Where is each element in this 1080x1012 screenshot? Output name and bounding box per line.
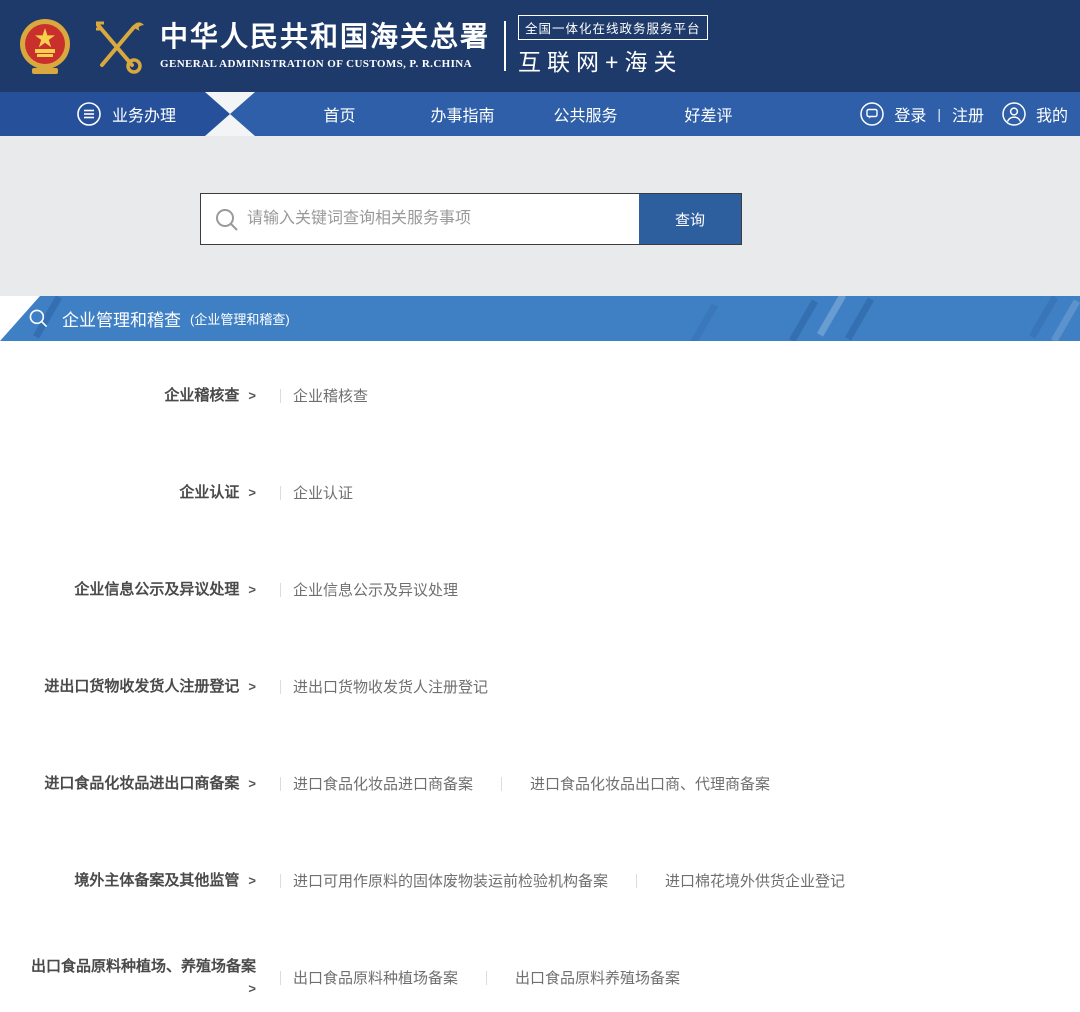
site-title-block: 中华人民共和国海关总署 GENERAL ADMINISTRATION OF CU…	[160, 22, 490, 70]
service-link[interactable]: 进口食品化妆品进口商备案	[293, 773, 473, 794]
site-title-en: GENERAL ADMINISTRATION OF CUSTOMS, P. R.…	[160, 58, 490, 70]
chevron-right-icon: >	[248, 873, 256, 888]
link-divider	[280, 486, 281, 500]
user-avatar-icon[interactable]	[1001, 101, 1027, 127]
account-area: 登录 | 注册 我的	[859, 92, 1080, 136]
banner-title: 企业管理和稽查	[62, 306, 181, 331]
nav-item-1[interactable]: 办事指南	[401, 102, 524, 126]
category-banner: 企业管理和稽查 (企业管理和稽查)	[0, 296, 1080, 341]
hamburger-menu-icon	[76, 101, 102, 127]
category-row: 进出口货物收发货人注册登记 > 进出口货物收发货人注册登记	[0, 638, 1080, 735]
search-button[interactable]: 查询	[639, 194, 741, 244]
nav-item-2[interactable]: 公共服务	[524, 102, 647, 126]
nav-pointer-decoration	[205, 92, 255, 136]
category-label[interactable]: 进口食品化妆品进出口商备案 >	[0, 772, 268, 796]
service-link[interactable]: 进口食品化妆品出口商、代理商备案	[530, 773, 770, 794]
link-divider	[486, 971, 487, 985]
category-label-text: 进出口货物收发货人注册登记	[44, 678, 239, 695]
category-label-text: 企业信息公示及异议处理	[74, 581, 239, 598]
platform-block: 全国一体化在线政务服务平台 互联网+海关	[518, 15, 708, 77]
category-label-text: 出口食品原料种植场、养殖场备案	[31, 958, 256, 975]
banner-search-icon	[28, 308, 49, 329]
chevron-right-icon: >	[248, 582, 256, 597]
search-input[interactable]	[201, 194, 639, 244]
chevron-right-icon: >	[248, 485, 256, 500]
category-label[interactable]: 企业信息公示及异议处理 >	[0, 578, 268, 602]
category-row: 企业信息公示及异议处理 > 企业信息公示及异议处理	[0, 541, 1080, 638]
service-link[interactable]: 进出口货物收发货人注册登记	[293, 676, 488, 697]
category-label[interactable]: 出口食品原料种植场、养殖场备案 >	[0, 955, 268, 1000]
category-links: 企业信息公示及异议处理	[268, 579, 458, 600]
category-label[interactable]: 企业稽核查 >	[0, 384, 268, 408]
service-link[interactable]: 进口可用作原料的固体废物装运前检验机构备案	[293, 870, 608, 891]
customs-key-logo-icon	[88, 15, 146, 77]
category-links: 企业认证	[268, 482, 353, 503]
category-row: 企业稽核查 > 企业稽核查	[0, 347, 1080, 444]
search-box: 查询	[200, 193, 742, 245]
platform-badge: 全国一体化在线政务服务平台	[518, 15, 708, 40]
link-divider	[280, 680, 281, 694]
service-link[interactable]: 企业认证	[293, 482, 353, 503]
category-links: 进出口货物收发货人注册登记	[268, 676, 488, 697]
site-title-cn: 中华人民共和国海关总署	[160, 22, 490, 53]
nav-item-3[interactable]: 好差评	[647, 102, 770, 126]
category-links: 进口食品化妆品进口商备案 进口食品化妆品出口商、代理商备案	[268, 773, 770, 794]
link-divider	[280, 389, 281, 403]
chevron-right-icon: >	[248, 679, 256, 694]
login-link[interactable]: 登录	[894, 102, 926, 126]
service-link[interactable]: 出口食品原料养殖场备案	[515, 967, 680, 988]
nav-items: 首页办事指南公共服务好差评	[278, 92, 770, 136]
link-divider	[501, 777, 502, 791]
category-row: 进口食品化妆品进出口商备案 > 进口食品化妆品进口商备案 进口食品化妆品出口商、代理商…	[0, 735, 1080, 832]
register-link[interactable]: 注册	[952, 102, 984, 126]
category-links: 进口可用作原料的固体废物装运前检验机构备案 进口棉花境外供货企业登记	[268, 870, 845, 891]
category-row: 境外主体备案及其他监管 > 进口可用作原料的固体废物装运前检验机构备案 进口棉花境外供…	[0, 832, 1080, 929]
category-label[interactable]: 境外主体备案及其他监管 >	[0, 869, 268, 893]
category-label-text: 进口食品化妆品进出口商备案	[44, 775, 239, 792]
chevron-right-icon: >	[248, 776, 256, 791]
link-divider	[280, 777, 281, 791]
login-register-separator: |	[937, 106, 941, 122]
service-link[interactable]: 出口食品原料种植场备案	[293, 967, 458, 988]
link-divider	[280, 583, 281, 597]
business-menu-label: 业务办理	[112, 102, 176, 126]
category-label-text: 境外主体备案及其他监管	[74, 872, 239, 889]
service-link[interactable]: 进口棉花境外供货企业登记	[665, 870, 845, 891]
link-divider	[280, 971, 281, 985]
message-bubble-icon[interactable]	[859, 101, 885, 127]
platform-name: 互联网+海关	[518, 43, 708, 77]
service-link[interactable]: 企业稽核查	[293, 385, 368, 406]
category-label-text: 企业认证	[179, 484, 239, 501]
service-link[interactable]: 企业信息公示及异议处理	[293, 579, 458, 600]
link-divider	[636, 874, 637, 888]
category-row: 出口食品原料种植场、养殖场备案 > 出口食品原料种植场备案 出口食品原料养殖场备案	[0, 929, 1080, 1012]
category-label[interactable]: 进出口货物收发货人注册登记 >	[0, 675, 268, 699]
link-divider	[280, 874, 281, 888]
nav-item-0[interactable]: 首页	[278, 102, 401, 126]
national-emblem-icon	[18, 16, 72, 76]
category-label[interactable]: 企业认证 >	[0, 481, 268, 505]
site-header: 中华人民共和国海关总署 GENERAL ADMINISTRATION OF CU…	[0, 0, 1080, 92]
business-menu-button[interactable]: 业务办理	[0, 92, 205, 136]
search-icon	[214, 207, 240, 233]
my-account-link[interactable]: 我的	[1036, 102, 1068, 126]
category-list: 企业稽核查>企业稽核查企业认证>企业认证企业信息公示及异议处理>企业信息公示及异…	[0, 341, 1080, 1012]
main-navbar: 业务办理 首页办事指南公共服务好差评 登录 | 注册 我的	[0, 92, 1080, 136]
category-links: 企业稽核查	[268, 385, 368, 406]
category-row: 企业认证 > 企业认证	[0, 444, 1080, 541]
chevron-right-icon: >	[248, 388, 256, 403]
chevron-right-icon: >	[0, 979, 256, 1000]
category-links: 出口食品原料种植场备案 出口食品原料养殖场备案	[268, 967, 680, 988]
category-label-text: 企业稽核查	[164, 387, 239, 404]
banner-subtitle: (企业管理和稽查)	[190, 309, 290, 328]
search-section: 查询	[0, 136, 1080, 296]
header-divider	[504, 21, 506, 71]
